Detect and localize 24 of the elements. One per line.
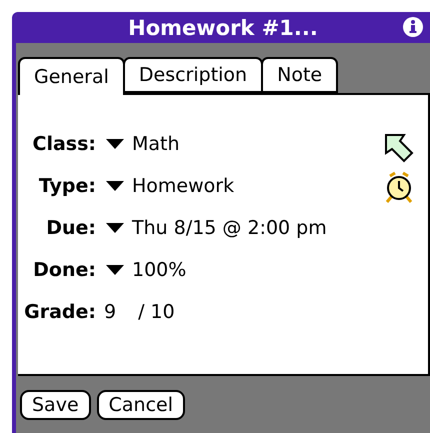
popup-trigger[interactable]: Math [96,133,180,155]
dropdown-arrow-icon [106,181,124,191]
dropdown-arrow-icon [106,265,124,275]
field-label: Type: [38,175,96,197]
dropdown-arrow-icon [106,223,124,233]
field-label: Grade: [23,301,96,323]
tab[interactable]: General [18,57,125,95]
tab[interactable]: Description [122,57,264,93]
action-button[interactable]: Cancel [96,390,186,420]
alarm-clock-icon[interactable] [384,171,414,203]
popup-trigger[interactable]: 100% [96,259,186,281]
arrow-icon[interactable] [384,133,414,165]
info-icon[interactable] [402,16,424,38]
window-title: Homework #1... [128,16,318,40]
popup-trigger[interactable]: Thu 8/15 @ 2:00 pm [96,217,327,239]
dropdown-arrow-icon [106,139,124,149]
field-label: Done: [32,259,96,281]
field-label: Due: [45,217,96,239]
grade-total: / 10 [138,301,175,323]
action-button[interactable]: Save [20,390,91,420]
popup-trigger[interactable]: Homework [96,175,234,197]
tab[interactable]: Note [261,57,338,93]
field-label: Class: [32,133,96,155]
grade-value[interactable]: 9 [104,301,116,323]
